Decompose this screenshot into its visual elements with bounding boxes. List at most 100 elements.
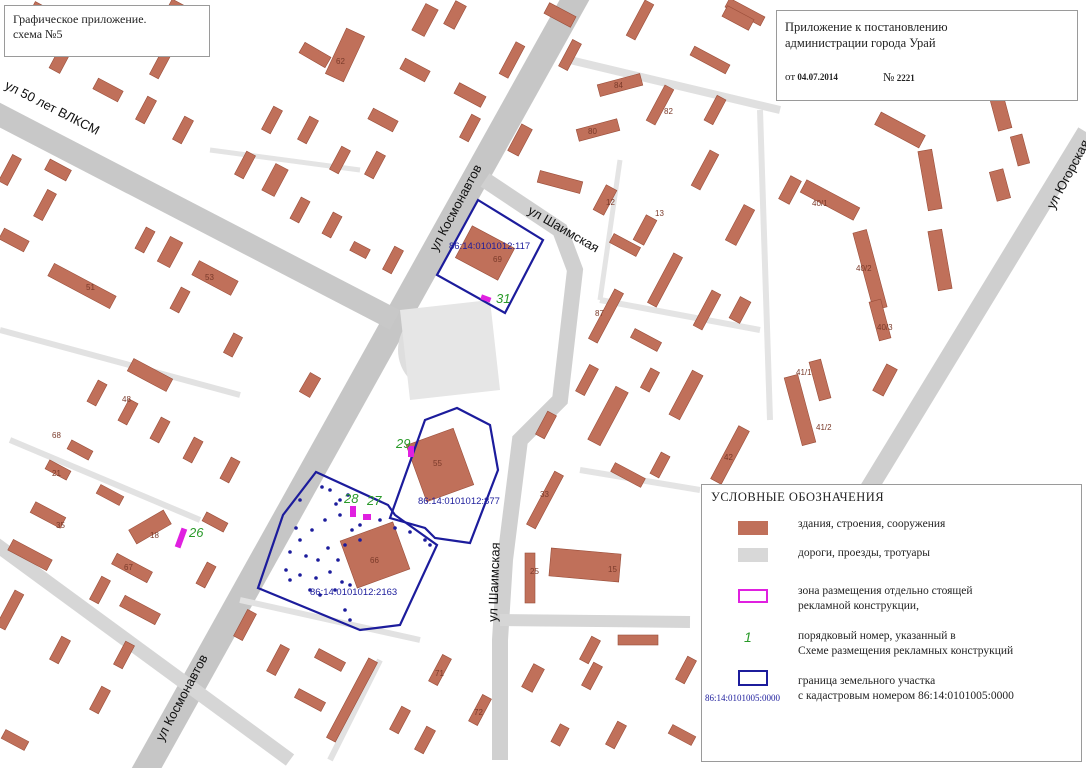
- building: [690, 149, 720, 191]
- building: [443, 0, 467, 30]
- building: [630, 328, 662, 352]
- ad-zone-26[interactable]: [174, 527, 188, 549]
- legend-building-swatch: [738, 521, 768, 535]
- lane-9: [597, 159, 623, 301]
- building: [113, 640, 135, 670]
- building: [382, 245, 404, 275]
- building: [399, 57, 431, 83]
- building: [647, 252, 683, 308]
- survey-point: [358, 523, 362, 527]
- building: [988, 168, 1012, 202]
- building: [389, 705, 411, 735]
- bnum-48: 48: [122, 395, 131, 404]
- building: [92, 77, 124, 103]
- bnum-12: 12: [606, 198, 615, 207]
- building: [289, 196, 311, 224]
- annex-line-1: Приложение к постановлению: [785, 20, 948, 34]
- bnum-69: 69: [493, 255, 502, 264]
- parcel-2163-label: 86:14:0101012:2163: [310, 587, 397, 598]
- bnum-42: 42: [724, 453, 733, 462]
- building: [195, 561, 217, 589]
- building: [536, 170, 584, 194]
- building: [575, 364, 599, 396]
- building: [868, 298, 892, 342]
- building: [874, 111, 926, 149]
- survey-point: [288, 578, 292, 582]
- legend-number-symbol: 1: [744, 629, 752, 645]
- ad-zone-28[interactable]: [350, 506, 356, 517]
- survey-point: [298, 538, 302, 542]
- survey-point: [340, 580, 344, 584]
- annex-date-value: 04.07.2014: [797, 72, 838, 82]
- bnum-62: 62: [336, 57, 345, 66]
- survey-point: [378, 518, 382, 522]
- building: [579, 635, 601, 665]
- bnum-40-3: 40/3: [877, 323, 893, 332]
- scheme-title-box: Графическое приложение. схема №5: [4, 5, 210, 57]
- legend-parcel-line-2: с кадастровым номером 86:14:0101005:0000: [798, 690, 1014, 702]
- building: [201, 511, 229, 533]
- bnum-21: 21: [52, 469, 61, 478]
- survey-point: [318, 593, 322, 597]
- annex-number: № 2221: [883, 69, 915, 86]
- survey-point: [326, 546, 330, 550]
- survey-point: [298, 498, 302, 502]
- building: [349, 240, 371, 260]
- zone-number-28: 28: [343, 491, 359, 506]
- building: [605, 720, 627, 750]
- building: [47, 262, 117, 310]
- survey-point: [428, 543, 432, 547]
- building: [454, 225, 516, 281]
- building: [364, 150, 386, 180]
- bnum-13: 13: [655, 209, 664, 218]
- survey-point: [348, 583, 352, 587]
- cross-road-east: [499, 614, 691, 628]
- building: [414, 725, 436, 755]
- survey-point: [338, 498, 342, 502]
- annex-date-prefix: от: [785, 71, 796, 83]
- legend-parcel-sample-number: 86:14:0101005:0000: [705, 693, 781, 703]
- annex-number-prefix: №: [883, 70, 895, 84]
- building: [617, 634, 659, 646]
- survey-point: [314, 576, 318, 580]
- building: [266, 644, 290, 676]
- building: [808, 358, 832, 402]
- annex-date: от 04.07.2014: [785, 69, 838, 85]
- building: [526, 470, 564, 530]
- building: [703, 94, 727, 126]
- lane-7: [239, 597, 421, 643]
- bnum-55: 55: [433, 459, 442, 468]
- building: [675, 655, 697, 685]
- legend-road-swatch: [738, 548, 768, 562]
- survey-point: [294, 526, 298, 530]
- lane-1: [0, 327, 241, 398]
- building: [783, 374, 817, 446]
- building: [581, 661, 603, 691]
- bnum-33: 33: [540, 490, 549, 499]
- building: [89, 685, 111, 715]
- survey-point: [338, 513, 342, 517]
- building: [339, 521, 411, 589]
- zone-number-29: 29: [395, 436, 410, 451]
- ad-zone-27[interactable]: [363, 514, 371, 520]
- building: [411, 3, 439, 37]
- building: [778, 175, 802, 205]
- survey-point: [320, 485, 324, 489]
- bnum-87: 87: [595, 309, 604, 318]
- survey-point: [343, 608, 347, 612]
- bnum-15: 15: [608, 565, 617, 574]
- lane-8: [327, 658, 383, 762]
- survey-point: [308, 588, 312, 592]
- legend-parcel-line-1: граница земельного участка: [798, 675, 936, 687]
- survey-point: [423, 538, 427, 542]
- building: [640, 367, 660, 393]
- survey-point: [328, 488, 332, 492]
- building: [453, 82, 487, 108]
- lane-5: [757, 109, 773, 421]
- bnum-25: 25: [530, 567, 539, 576]
- scheme-title: Графическое приложение.: [13, 12, 147, 26]
- survey-point: [288, 550, 292, 554]
- survey-point: [323, 518, 327, 522]
- zone-number-27: 27: [366, 493, 382, 508]
- building: [33, 189, 57, 221]
